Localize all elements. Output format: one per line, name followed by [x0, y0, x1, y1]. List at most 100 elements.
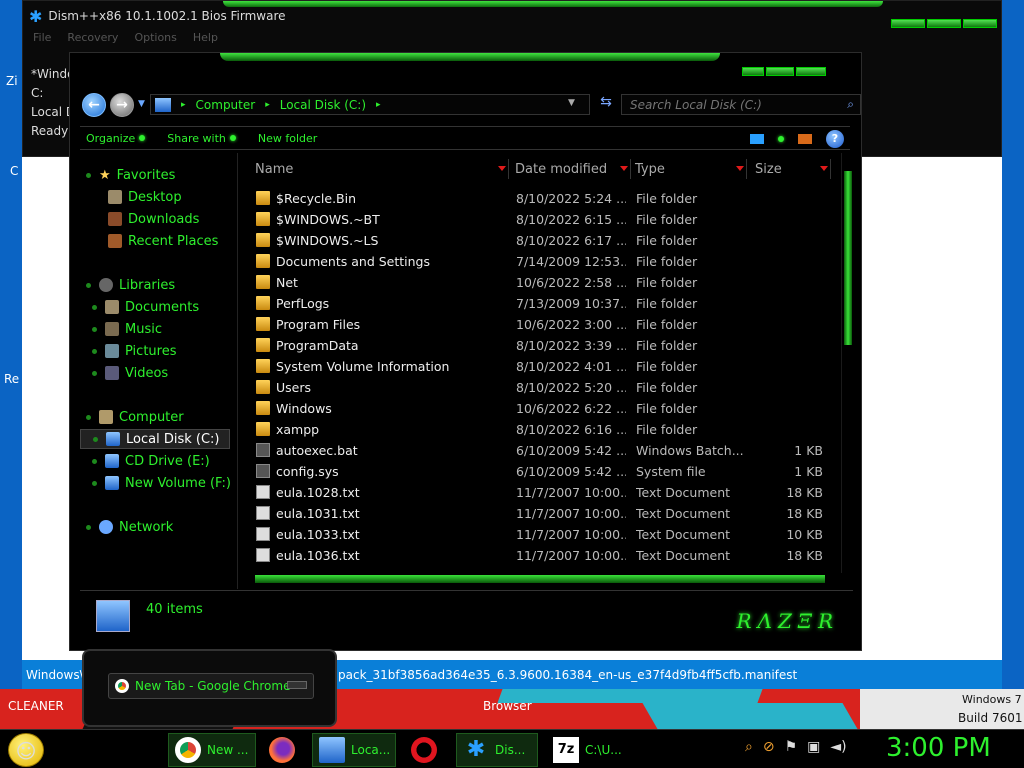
- vertical-scrollbar[interactable]: [841, 153, 854, 573]
- close-button[interactable]: [796, 67, 826, 76]
- nav-music[interactable]: Music: [92, 319, 162, 339]
- taskbar-opera[interactable]: [404, 733, 446, 767]
- taskbar-chrome[interactable]: New ...: [168, 733, 256, 767]
- column-header-type[interactable]: Type: [635, 159, 747, 179]
- history-dropdown-icon[interactable]: ▼: [138, 99, 145, 109]
- table-row[interactable]: PerfLogs 7/13/2009 10:37... File folder: [241, 293, 841, 314]
- nav-desktop[interactable]: Desktop: [108, 187, 182, 207]
- table-row[interactable]: eula.1031.txt 11/7/2007 10:00... Text Docu…: [241, 503, 841, 524]
- taskbar-firefox[interactable]: [262, 733, 304, 767]
- menu-file[interactable]: File: [33, 31, 51, 45]
- taskbar-dism[interactable]: ✱ Dis...: [456, 733, 538, 767]
- forward-button[interactable]: →: [110, 93, 134, 117]
- column-header-date[interactable]: Date modified: [515, 159, 631, 179]
- table-row[interactable]: Windows 10/6/2022 6:22 ... File folder: [241, 398, 841, 419]
- chevron-right-icon[interactable]: ▸: [376, 100, 381, 110]
- table-row[interactable]: eula.1033.txt 11/7/2007 10:00... Text Docu…: [241, 524, 841, 545]
- close-button[interactable]: [963, 19, 997, 28]
- breadcrumb-local-disk[interactable]: Local Disk (C:): [280, 98, 366, 112]
- nav-computer[interactable]: Computer: [86, 407, 184, 427]
- maximize-button[interactable]: [766, 67, 794, 76]
- chevron-down-icon[interactable]: ▼: [568, 98, 575, 108]
- chevron-right-icon[interactable]: ▸: [181, 100, 186, 110]
- expand-bullet-icon[interactable]: [92, 458, 97, 464]
- help-icon[interactable]: ?: [826, 130, 844, 148]
- column-header-name[interactable]: Name: [255, 159, 509, 179]
- table-row[interactable]: $WINDOWS.~BT 8/10/2022 6:15 ... File folde…: [241, 209, 841, 230]
- search-icon[interactable]: ⌕: [847, 97, 854, 112]
- table-row[interactable]: eula.1028.txt 11/7/2007 10:00... Text Docu…: [241, 482, 841, 503]
- desktop-browser-label[interactable]: Browser: [483, 699, 532, 713]
- preview-pane-icon[interactable]: [798, 134, 812, 144]
- action-center-icon[interactable]: ⚑: [785, 739, 798, 755]
- nav-favorites[interactable]: ★ Favorites: [86, 165, 175, 185]
- nav-cd-drive[interactable]: CD Drive (E:): [92, 451, 210, 471]
- table-row[interactable]: autoexec.bat 6/10/2009 5:42 ... Windows Ba…: [241, 440, 841, 461]
- volume-icon[interactable]: ◄): [830, 739, 846, 755]
- nav-libraries[interactable]: Libraries: [86, 275, 175, 295]
- menu-recovery[interactable]: Recovery: [67, 31, 118, 45]
- thumbnail-close-button[interactable]: [287, 681, 307, 689]
- sort-arrow-icon[interactable]: [820, 166, 828, 171]
- search-icon[interactable]: ⌕: [745, 739, 753, 755]
- expand-bullet-icon[interactable]: [86, 172, 91, 178]
- expand-bullet-icon[interactable]: [86, 414, 91, 420]
- nav-videos[interactable]: Videos: [92, 363, 168, 383]
- nav-local-disk[interactable]: Local Disk (C:): [80, 429, 230, 449]
- taskbar-7zip[interactable]: 7z C:\U...: [546, 733, 630, 767]
- new-folder-button[interactable]: New folder: [258, 132, 317, 145]
- table-row[interactable]: Documents and Settings 7/14/2009 12:53...…: [241, 251, 841, 272]
- expand-bullet-icon[interactable]: [93, 436, 98, 442]
- expand-bullet-icon[interactable]: [92, 326, 97, 332]
- start-button[interactable]: ☺: [8, 733, 44, 767]
- sort-arrow-icon[interactable]: [736, 166, 744, 171]
- nav-pictures[interactable]: Pictures: [92, 341, 176, 361]
- nav-new-volume[interactable]: New Volume (F:): [92, 473, 231, 493]
- nav-downloads[interactable]: Downloads: [108, 209, 199, 229]
- sort-arrow-icon[interactable]: [498, 166, 506, 171]
- expand-bullet-icon[interactable]: [86, 524, 91, 530]
- search-input[interactable]: [630, 97, 830, 112]
- menu-help[interactable]: Help: [193, 31, 218, 45]
- taskbar-explorer[interactable]: Loca...: [312, 733, 396, 767]
- expand-bullet-icon[interactable]: [92, 370, 97, 376]
- table-row[interactable]: Program Files 10/6/2022 3:00 ... File fold…: [241, 314, 841, 335]
- explorer-window-controls[interactable]: [742, 67, 826, 76]
- views-icon[interactable]: [750, 134, 764, 144]
- table-row[interactable]: System Volume Information 8/10/2022 4:01 …: [241, 356, 841, 377]
- expand-bullet-icon[interactable]: [92, 304, 97, 310]
- desktop-cleaner-label[interactable]: CLEANER: [8, 699, 64, 713]
- thumbnail-title-bar[interactable]: New Tab - Google Chrome: [108, 673, 314, 699]
- scroll-thumb[interactable]: [844, 171, 852, 345]
- table-row[interactable]: xampp 8/10/2022 6:16 ... File folder: [241, 419, 841, 440]
- table-row[interactable]: eula.1036.txt 11/7/2007 10:00... Text Docu…: [241, 545, 841, 566]
- tray-app-icon[interactable]: ⊘: [763, 739, 775, 755]
- minimize-button[interactable]: [742, 67, 764, 76]
- taskbar-thumbnail[interactable]: New Tab - Google Chrome: [82, 649, 337, 727]
- breadcrumb-computer[interactable]: Computer: [196, 98, 256, 112]
- table-row[interactable]: Users 8/10/2022 5:20 ... File folder: [241, 377, 841, 398]
- menu-options[interactable]: Options: [134, 31, 176, 45]
- nav-recent-places[interactable]: Recent Places: [108, 231, 218, 251]
- chevron-right-icon[interactable]: ▸: [265, 100, 270, 110]
- search-box[interactable]: ⌕: [621, 94, 861, 115]
- nav-network[interactable]: Network: [86, 517, 173, 537]
- table-row[interactable]: Net 10/6/2022 2:58 ... File folder: [241, 272, 841, 293]
- share-with-button[interactable]: Share with: [167, 132, 236, 145]
- back-button[interactable]: ←: [82, 93, 106, 117]
- table-row[interactable]: config.sys 6/10/2009 5:42 ... System file 1…: [241, 461, 841, 482]
- expand-bullet-icon[interactable]: [92, 348, 97, 354]
- scroll-thumb[interactable]: [255, 575, 825, 583]
- horizontal-scrollbar[interactable]: [241, 573, 841, 585]
- sort-arrow-icon[interactable]: [620, 166, 628, 171]
- nav-documents[interactable]: Documents: [92, 297, 199, 317]
- table-row[interactable]: $Recycle.Bin 8/10/2022 5:24 ... File folde…: [241, 188, 841, 209]
- table-row[interactable]: $WINDOWS.~LS 8/10/2022 6:17 ... File folde…: [241, 230, 841, 251]
- views-dropdown-icon[interactable]: [778, 136, 784, 142]
- table-row[interactable]: ProgramData 8/10/2022 3:39 ... File folder: [241, 335, 841, 356]
- expand-bullet-icon[interactable]: [86, 282, 91, 288]
- maximize-button[interactable]: [927, 19, 961, 28]
- clock[interactable]: 3:00 PM: [886, 733, 991, 763]
- network-icon[interactable]: ▣: [807, 739, 820, 755]
- organize-button[interactable]: Organize: [86, 132, 146, 145]
